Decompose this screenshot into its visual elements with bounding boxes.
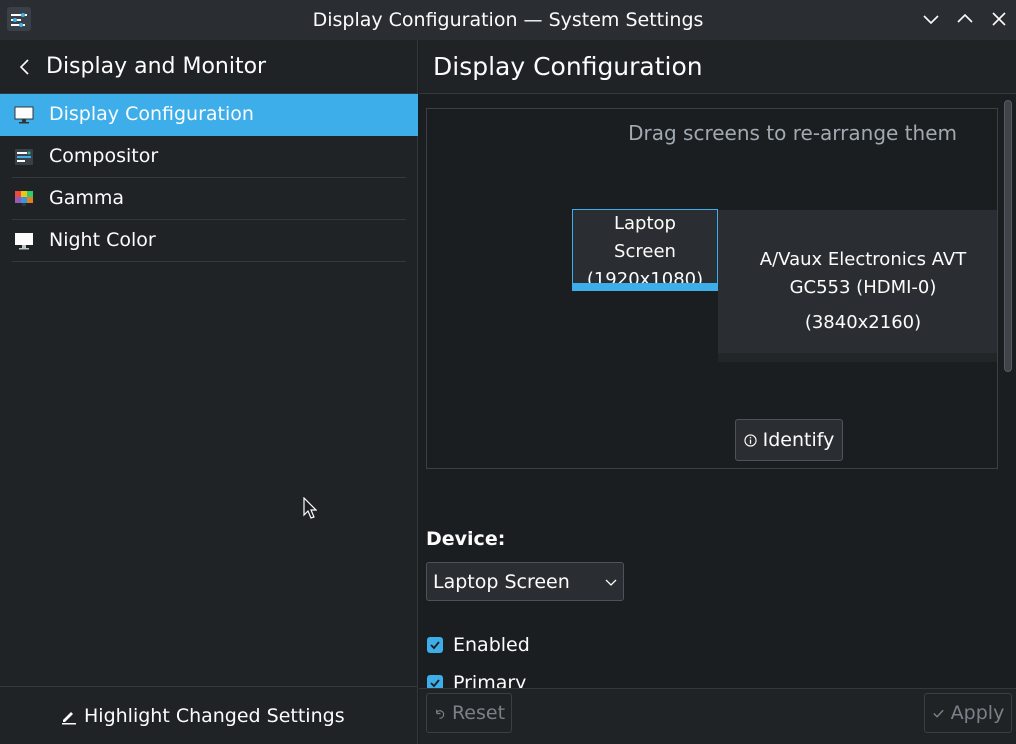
sidebar-item-gamma[interactable]: Gamma xyxy=(0,178,418,220)
maximize-button[interactable] xyxy=(954,8,976,30)
monitor-icon xyxy=(14,106,34,124)
sidebar-item-display-configuration[interactable]: Display Configuration xyxy=(0,94,418,136)
sidebar-header: Display and Monitor xyxy=(0,40,418,94)
highlight-changed-settings-button[interactable]: Highlight Changed Settings xyxy=(60,701,345,731)
main-header: Display Configuration xyxy=(419,40,1016,94)
enabled-checkbox-row[interactable]: Enabled xyxy=(427,633,530,657)
main-scrollbar[interactable] xyxy=(1002,96,1014,688)
check-icon xyxy=(430,641,440,650)
chevron-left-icon xyxy=(19,59,29,75)
chevron-down-icon xyxy=(605,579,617,586)
external-screen-name-line1: A/Vaux Electronics AVT xyxy=(759,249,967,270)
identify-label: Identify xyxy=(762,429,835,451)
sidebar-item-label: Compositor xyxy=(49,145,159,167)
apply-label: Apply xyxy=(950,702,1005,724)
night-color-icon xyxy=(15,233,33,250)
reset-label: Reset xyxy=(451,702,506,724)
sidebar-title: Display and Monitor xyxy=(46,54,267,79)
action-bar: Reset Apply xyxy=(419,688,1016,744)
sidebar-item-compositor[interactable]: Compositor xyxy=(0,136,418,178)
laptop-screen-selected-bar xyxy=(573,283,717,290)
sidebar: Display and Monitor Display Configuratio… xyxy=(0,40,418,744)
title-bar: Display Configuration — System Settings xyxy=(0,0,1016,40)
info-icon xyxy=(743,433,757,447)
undo-icon xyxy=(436,709,445,719)
minimize-button[interactable] xyxy=(920,8,942,30)
mouse-pointer-icon xyxy=(303,497,317,519)
window-title: Display Configuration — System Settings xyxy=(312,9,704,31)
sidebar-item-label: Gamma xyxy=(49,187,125,209)
external-screen-tile[interactable]: A/Vaux Electronics AVT GC553 (HDMI-0) (3… xyxy=(718,210,997,362)
sidebar-footer: Highlight Changed Settings xyxy=(0,686,418,744)
compositor-icon xyxy=(15,149,33,165)
main-content: Display Configuration Drag screens to re… xyxy=(419,40,1016,744)
edit-icon xyxy=(62,712,76,725)
sidebar-item-label: Night Color xyxy=(49,229,156,251)
page-title: Display Configuration xyxy=(433,52,703,81)
external-screen-name-line2: GC553 (HDMI-0) xyxy=(789,277,937,298)
back-button[interactable] xyxy=(14,56,36,78)
chevron-up-icon xyxy=(957,13,973,23)
sidebar-item-night-color[interactable]: Night Color xyxy=(0,220,418,262)
identify-button[interactable]: Identify xyxy=(735,419,843,461)
gamma-icon xyxy=(15,191,33,206)
apply-button[interactable]: Apply xyxy=(924,693,1012,733)
external-screen-resolution: (3840x2160) xyxy=(804,312,922,333)
arrangement-hint: Drag screens to re-arrange them xyxy=(628,121,957,145)
device-select[interactable]: Laptop Screen xyxy=(426,562,624,601)
enabled-label: Enabled xyxy=(453,634,530,656)
laptop-screen-name-line1: Laptop xyxy=(614,213,676,234)
enabled-checkbox[interactable] xyxy=(427,637,443,653)
highlight-changed-settings-label: Highlight Changed Settings xyxy=(84,705,345,727)
close-button[interactable] xyxy=(988,8,1010,30)
close-icon xyxy=(992,12,1006,26)
screen-arrangement-area[interactable]: Drag screens to re-arrange them Laptop S… xyxy=(426,108,998,469)
device-label: Device: xyxy=(426,528,506,550)
sidebar-item-label: Display Configuration xyxy=(49,103,254,125)
laptop-screen-tile[interactable]: Laptop Screen (1920x1080) xyxy=(572,209,718,291)
scrollbar-thumb[interactable] xyxy=(1004,100,1012,372)
chevron-down-icon xyxy=(923,15,939,25)
check-icon xyxy=(933,709,944,718)
device-select-value: Laptop Screen xyxy=(433,571,570,593)
reset-button[interactable]: Reset xyxy=(426,693,512,733)
laptop-screen-name-line2: Screen xyxy=(614,241,676,262)
